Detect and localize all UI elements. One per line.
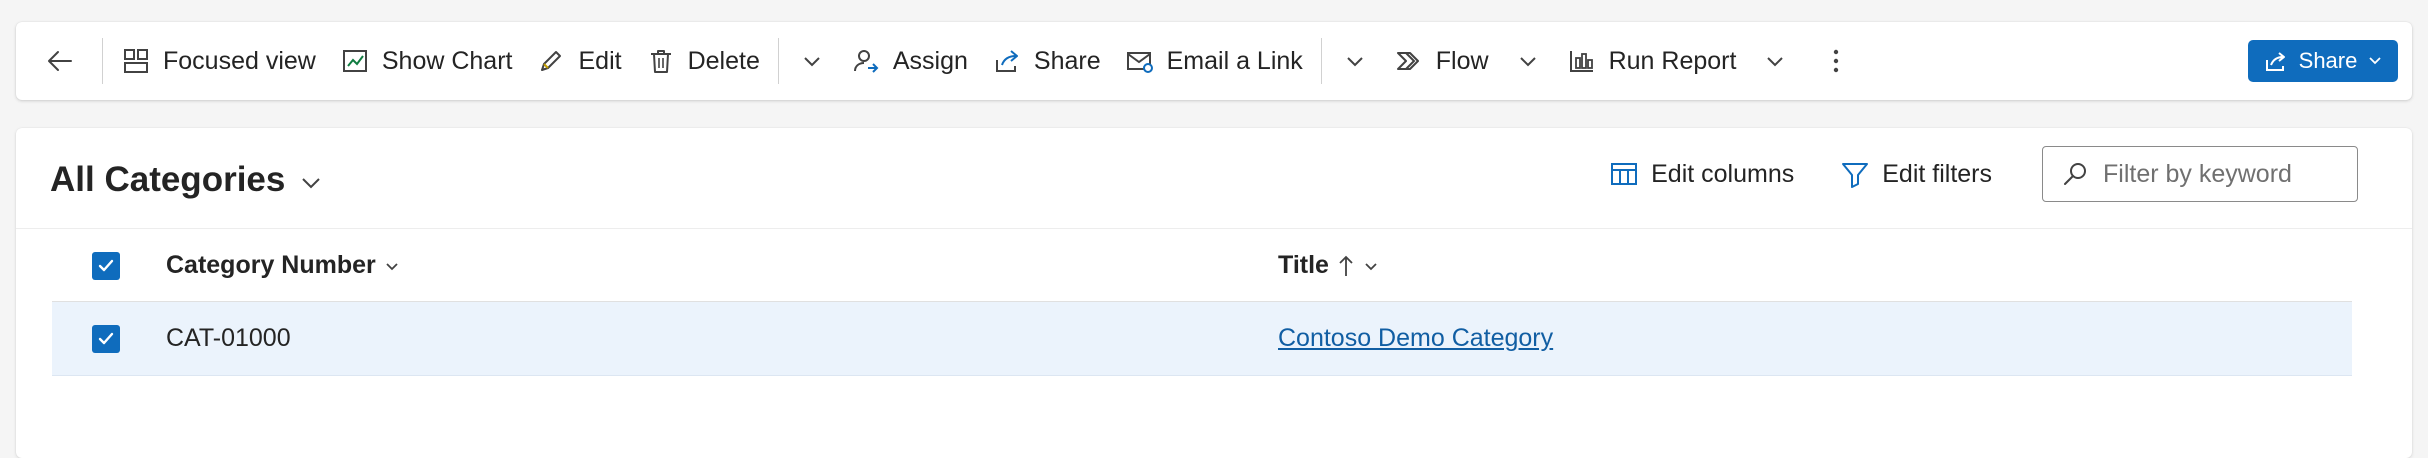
primary-share-button[interactable]: Share	[2248, 40, 2398, 82]
mail-link-icon	[1126, 52, 1153, 73]
run-report-button[interactable]: Run Report	[1555, 35, 1749, 87]
row-checkbox[interactable]	[92, 324, 120, 353]
share-icon	[2265, 52, 2285, 71]
page-title: All Categories	[50, 160, 286, 199]
chevron-down-icon	[302, 178, 321, 189]
category-number-cell: CAT-01000	[166, 324, 291, 352]
edit-filters-label: Edit filters	[1882, 159, 1992, 188]
edit-button[interactable]: Edit	[524, 35, 633, 87]
filter-icon	[1842, 163, 1869, 188]
edit-label: Edit	[578, 46, 622, 75]
email-link-button[interactable]: Email a Link	[1113, 35, 1315, 87]
edit-columns-label: Edit columns	[1651, 159, 1795, 188]
chevron-down-icon	[2367, 48, 2383, 74]
overflow-menu-button[interactable]	[1802, 35, 1870, 87]
view-panel: All Categories Edit columns Edit filters…	[16, 128, 2412, 458]
flow-button[interactable]: Flow	[1382, 35, 1501, 87]
assign-button[interactable]: Assign	[839, 35, 980, 87]
column-header-title[interactable]: Title	[1278, 251, 1379, 280]
report-icon	[1569, 51, 1593, 72]
more-actions-dropdown[interactable]	[785, 35, 839, 87]
checkmark-icon	[98, 332, 114, 344]
more-vertical-icon	[1834, 49, 1839, 73]
assign-person-icon	[853, 50, 879, 73]
edit-columns-button[interactable]: Edit columns	[1593, 146, 1810, 202]
divider	[16, 228, 2412, 229]
flow-label: Flow	[1435, 46, 1489, 75]
search-input[interactable]	[2103, 159, 2339, 189]
focused-view-icon	[124, 49, 148, 73]
column-header-category-number[interactable]: Category Number	[166, 251, 400, 280]
table-row[interactable]: CAT-01000 Contoso Demo Category	[52, 302, 2352, 376]
run-report-dropdown[interactable]	[1748, 35, 1802, 87]
delete-label: Delete	[687, 46, 760, 75]
checkmark-icon	[98, 259, 114, 271]
back-button[interactable]	[30, 35, 90, 87]
share-icon	[995, 50, 1018, 72]
sort-ascending-icon	[1339, 255, 1353, 276]
keyword-filter[interactable]	[2042, 146, 2358, 202]
focused-view-label: Focused view	[163, 46, 316, 75]
pencil-icon	[541, 51, 562, 71]
trash-icon	[650, 50, 671, 73]
search-icon	[2064, 163, 2086, 185]
email-link-label: Email a Link	[1166, 46, 1303, 75]
chevron-down-icon	[1365, 262, 1377, 270]
view-selector[interactable]: All Categories	[50, 160, 323, 200]
primary-share-label: Share	[2298, 48, 2358, 73]
command-bar: Focused view Show Chart Edit Delete Assi…	[16, 22, 2412, 100]
show-chart-button[interactable]: Show Chart	[328, 35, 525, 87]
divider	[102, 38, 103, 84]
chevron-down-icon	[1347, 57, 1363, 67]
edit-columns-icon	[1611, 163, 1638, 185]
view-actions: Edit columns Edit filters	[1593, 146, 2358, 202]
divider	[777, 38, 779, 84]
chevron-down-icon	[386, 262, 398, 270]
chevron-down-icon	[1519, 57, 1536, 67]
title-link[interactable]: Contoso Demo Category	[1278, 324, 1553, 353]
grid-header: Category Number Title	[52, 230, 2352, 302]
more-share-dropdown[interactable]	[1328, 35, 1382, 87]
edit-filters-button[interactable]: Edit filters	[1824, 146, 2008, 202]
select-all-checkbox[interactable]	[92, 251, 120, 280]
flow-icon	[1396, 52, 1419, 70]
run-report-label: Run Report	[1608, 46, 1737, 75]
delete-button[interactable]: Delete	[634, 35, 772, 87]
arrow-left-icon	[48, 51, 72, 71]
column-header-label: Category Number	[166, 251, 376, 279]
focused-view-button[interactable]: Focused view	[109, 35, 328, 87]
share-button[interactable]: Share	[980, 35, 1113, 87]
column-header-label: Title	[1278, 251, 1329, 279]
records-grid: Category Number Title CAT-01000 Contoso …	[52, 230, 2352, 376]
show-chart-label: Show Chart	[381, 46, 513, 75]
divider	[1320, 38, 1322, 84]
chevron-down-icon	[804, 57, 820, 67]
flow-dropdown[interactable]	[1501, 35, 1555, 87]
chart-icon	[342, 50, 367, 72]
share-label: Share	[1033, 46, 1101, 75]
chevron-down-icon	[1767, 57, 1784, 67]
assign-label: Assign	[892, 46, 968, 75]
